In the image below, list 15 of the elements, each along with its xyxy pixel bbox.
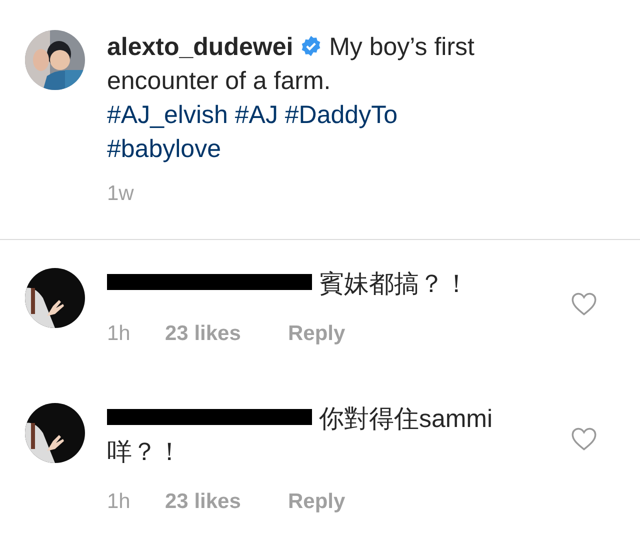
hashtag-link[interactable]: #AJ [234, 101, 278, 129]
comment-text: 你對得住sammi [318, 405, 493, 433]
hashtag-link[interactable]: #DaddyTo [284, 101, 398, 129]
comment-text: 賓妹都搞？！ [318, 270, 469, 298]
timestamp: 1h [107, 321, 132, 347]
heart-icon[interactable] [571, 292, 597, 316]
hashtag-link[interactable]: #AJ_elvish [107, 101, 228, 129]
caption-text: encounter of a farm. [107, 66, 332, 97]
caption-text: My boy’s first [329, 33, 474, 61]
heart-icon[interactable] [571, 427, 597, 451]
username[interactable]: alexto_dudewei [107, 33, 294, 61]
hashtag-link[interactable]: #babylove [107, 135, 221, 163]
comment-text: 咩？！ [107, 437, 183, 468]
timestamp: 1w [107, 181, 135, 207]
timestamp: 1h [107, 489, 132, 515]
